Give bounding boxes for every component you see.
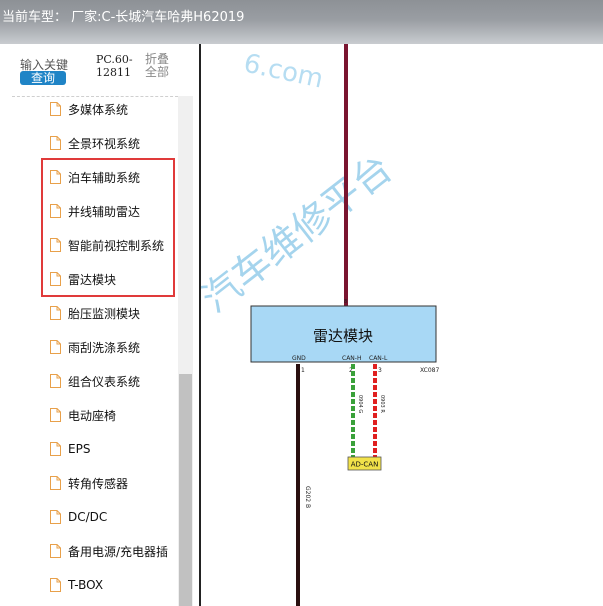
pc-code-line1: PC.60-	[96, 53, 133, 66]
wiring-diagram: 6.com 汽车维修平台 8 雷达模块 GND CAN-H CAN-L 1 2 …	[195, 44, 603, 606]
pc-code: PC.60- 12811	[96, 53, 133, 79]
tree-item[interactable]: DC/DC	[50, 507, 107, 527]
document-icon	[50, 510, 61, 524]
watermark-small: 6.com	[241, 49, 326, 95]
pc-code-line2: 12811	[96, 66, 131, 79]
tree-item[interactable]: 胎压监测模块	[50, 303, 140, 323]
tree-item[interactable]: EPS	[50, 439, 90, 459]
document-icon	[50, 442, 61, 456]
ground-wire-code: G202 B	[304, 486, 311, 508]
document-icon	[50, 102, 61, 116]
red-wire-code: 0903 R	[379, 395, 385, 413]
tree-item[interactable]: 多媒体系统	[50, 99, 128, 119]
document-icon	[50, 476, 61, 490]
collapse-all-button[interactable]: 折叠 全部	[145, 53, 169, 79]
pin-gnd-label: GND	[292, 355, 306, 362]
adcan-label: AD-CAN	[351, 461, 379, 469]
document-icon	[50, 544, 61, 558]
top-pin-number: 8	[344, 299, 347, 305]
tree-item-label: DC/DC	[68, 510, 108, 524]
pin-canh-label: CAN-H	[342, 355, 361, 362]
document-icon	[50, 136, 61, 150]
green-wire-code: 0904 G	[357, 395, 363, 413]
watermark-big: 汽车维修平台	[195, 146, 400, 321]
document-icon	[50, 374, 61, 388]
tree-item-label: 胎压监测模块	[68, 306, 141, 321]
connector-code: XC087	[420, 367, 439, 374]
tree-item[interactable]: 组合仪表系统	[50, 371, 140, 391]
tree-item-label: 转角传感器	[68, 476, 129, 491]
tree-item[interactable]: 备用电源/充电器插	[50, 541, 168, 561]
tree-item-label: EPS	[68, 442, 91, 456]
collapse-line2: 全部	[145, 65, 170, 79]
document-icon	[50, 578, 61, 592]
tree-item-label: 雨刮洗涤系统	[68, 340, 141, 355]
tree-item-label: 电动座椅	[68, 408, 117, 423]
tree-item[interactable]: T-BOX	[50, 575, 103, 595]
scrollbar-thumb[interactable]	[179, 374, 192, 606]
tree-item-label: T-BOX	[68, 578, 104, 592]
highlight-box	[41, 158, 175, 297]
tree-item-label: 组合仪表系统	[68, 374, 141, 389]
tree-item-label: 多媒体系统	[68, 102, 129, 117]
pin-canl-label: CAN-L	[369, 355, 388, 362]
document-icon	[50, 306, 61, 320]
module-title: 雷达模块	[313, 327, 373, 345]
pin-3: 3	[378, 367, 382, 374]
panel-divider	[199, 44, 201, 606]
tree-item[interactable]: 雨刮洗涤系统	[50, 337, 140, 357]
title-bar: 当前车型： 厂家:C-长城汽车哈弗H62019	[0, 0, 603, 44]
document-icon	[50, 408, 61, 422]
tree-item-label: 全景环视系统	[68, 136, 141, 151]
divider	[12, 96, 178, 97]
current-model-title: 当前车型： 厂家:C-长城汽车哈弗H62019	[2, 10, 245, 25]
diagram-svg: 6.com 汽车维修平台 8 雷达模块 GND CAN-H CAN-L 1 2 …	[195, 44, 439, 606]
pin-1: 1	[301, 367, 305, 374]
tree-item[interactable]: 电动座椅	[50, 405, 116, 425]
left-panel: 输入关键 查询 PC.60- 12811 折叠 全部 多媒体系统 全景环视系统 泊车…	[0, 44, 195, 606]
document-icon	[50, 340, 61, 354]
tree-item[interactable]: 全景环视系统	[50, 133, 140, 153]
search-button[interactable]: 查询	[20, 71, 66, 85]
tree-item-label: 备用电源/充电器插	[68, 544, 169, 559]
tree-item[interactable]: 转角传感器	[50, 473, 128, 493]
